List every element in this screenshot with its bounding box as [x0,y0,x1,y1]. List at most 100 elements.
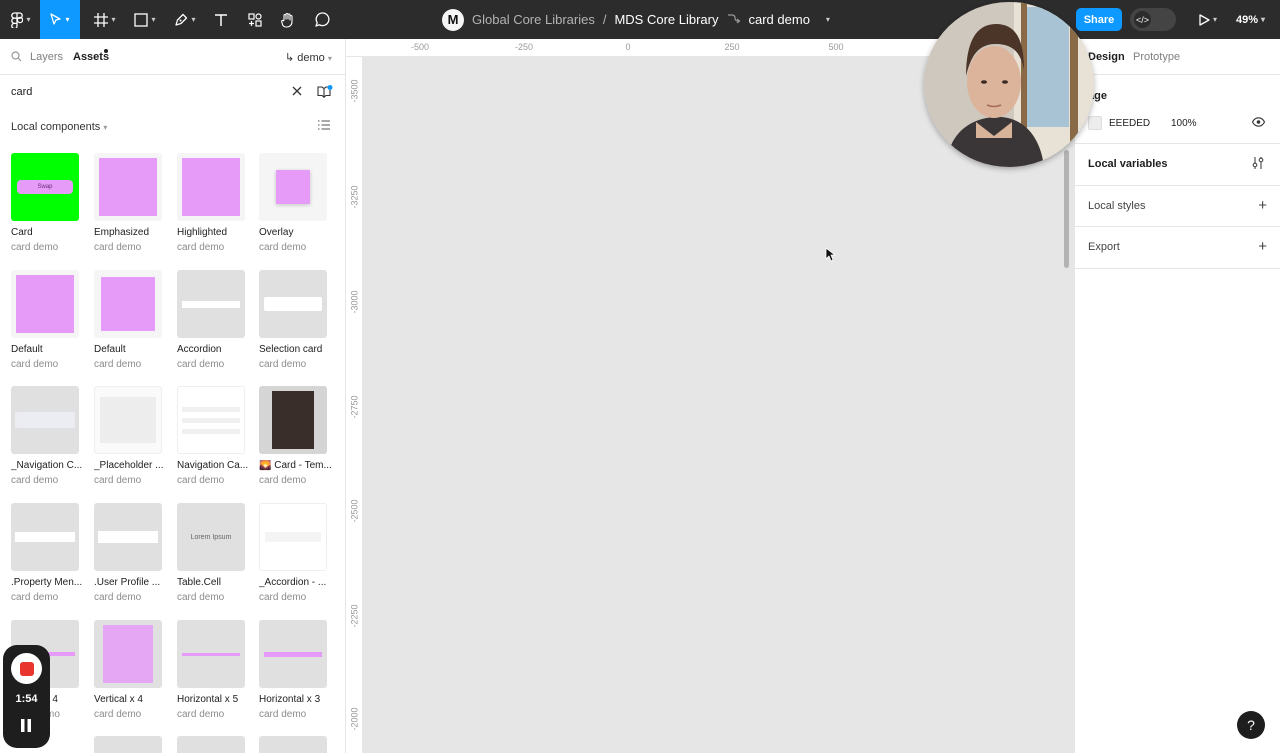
tab-layers[interactable]: Layers [30,51,63,63]
chevron-down-icon: ▾ [1212,15,1217,24]
component-thumbnail [94,620,162,688]
local-components-filter[interactable]: Local components ▾ [11,121,107,133]
asset-search: card [0,75,345,107]
component-source: card demo [177,475,225,486]
component-source: card demo [94,359,142,370]
components-icon [248,12,262,27]
tab-assets[interactable]: Assets [73,51,109,63]
dev-mode-toggle[interactable]: </> [1130,8,1176,31]
component-name: Table.Cell [177,577,221,588]
component-thumbnail [259,503,327,571]
eye-icon[interactable] [1251,117,1266,130]
breadcrumb-branch[interactable]: card demo [749,12,810,27]
webcam-overlay [924,2,1094,167]
move-tool-button[interactable]: ▾ [40,0,80,39]
main-menu-button[interactable]: ▾ [4,0,38,39]
component-name: _Navigation C... [11,460,83,471]
component-thumbnail[interactable] [259,736,327,753]
asset-search-input[interactable]: card [11,86,32,98]
pen-tool-button[interactable]: ▾ [168,0,202,39]
component-card[interactable]: Vertical x 4 card demo [94,620,176,732]
stop-recording-button[interactable] [11,653,42,684]
component-card[interactable]: 🌄 Card - Tem... card demo [259,386,341,498]
component-source: card demo [177,359,225,370]
component-card[interactable]: Navigation Ca... card demo [177,386,259,498]
screen-recorder-widget: 1:54 [3,645,50,748]
resources-button[interactable] [244,0,266,39]
chevron-down-icon[interactable]: ▾ [826,15,830,24]
pause-recording-button[interactable] [20,719,32,735]
right-sidebar: Design Prototype age EEEDED 100% Local v… [1074,39,1280,753]
component-card[interactable]: _Accordion - ... card demo [259,503,341,615]
page-color-swatch[interactable] [1088,116,1102,130]
ruler-label: -3000 [349,290,360,314]
page-color-opacity[interactable]: 100% [1171,118,1197,129]
component-card[interactable]: Highlighted card demo [177,153,259,265]
text-tool-button[interactable] [210,0,232,39]
component-card[interactable]: _Navigation C... card demo [11,386,93,498]
component-card[interactable]: .Property Men... card demo [11,503,93,615]
tab-design[interactable]: Design [1088,51,1125,63]
library-icon[interactable] [317,85,333,101]
library-selector[interactable]: ↳ demo ▾ [285,51,332,64]
breadcrumb-file[interactable]: MDS Core Library [614,12,718,27]
component-thumbnail [259,620,327,688]
list-view-icon[interactable] [318,120,330,133]
component-source: card demo [177,242,225,253]
component-thumbnail[interactable] [94,736,162,753]
component-card[interactable]: Horizontal x 3 card demo [259,620,341,732]
chevron-down-icon: ▾ [103,123,108,132]
variables-settings-icon[interactable] [1252,156,1264,173]
component-card[interactable]: Lorem Ipsum Table.Cell card demo [177,503,259,615]
component-card[interactable]: Emphasized card demo [94,153,176,265]
ruler-label: -2750 [349,395,360,419]
component-source: card demo [259,475,307,486]
component-name: Vertical x 4 [94,694,143,705]
search-icon[interactable] [11,51,22,65]
component-thumbnail[interactable] [177,736,245,753]
hand-tool-button[interactable] [277,0,299,39]
comment-icon [314,12,330,27]
component-thumbnail [259,270,327,338]
component-card[interactable]: .User Profile ... card demo [94,503,176,615]
component-name: Emphasized [94,227,150,238]
zoom-menu[interactable]: 49% ▾ [1236,0,1265,39]
top-toolbar: ▾ ▾ ▾ ▾ ▾ M Global Core Libraries / MDS … [0,0,1280,39]
shape-tool-button[interactable]: ▾ [128,0,162,39]
share-button[interactable]: Share [1076,8,1122,31]
page-color-hex[interactable]: EEEDED [1109,118,1150,129]
code-icon: </> [1134,11,1151,28]
component-card[interactable]: Overlay card demo [259,153,341,265]
stop-icon [19,661,34,676]
chevron-down-icon: ▾ [111,15,116,24]
component-thumbnail [11,386,79,454]
component-card[interactable]: Default card demo [94,270,176,382]
tab-prototype[interactable]: Prototype [1133,51,1180,63]
chevron-down-icon: ▾ [327,54,332,63]
breadcrumb-team[interactable]: Global Core Libraries [472,12,595,27]
help-button[interactable]: ? [1237,711,1265,739]
component-card[interactable]: Default card demo [11,270,93,382]
unpublished-dot-icon [104,49,108,53]
component-card[interactable]: Horizontal x 5 card demo [177,620,259,732]
component-thumbnail [177,620,245,688]
component-card[interactable]: Selection card card demo [259,270,341,382]
vertical-ruler: -3500 -3250 -3000 -2750 -2500 -2250 -200… [346,57,363,753]
frame-tool-button[interactable]: ▾ [88,0,122,39]
add-export-plus-icon[interactable]: + [1258,239,1267,254]
component-source: card demo [94,709,142,720]
team-logo-icon: M [442,8,464,31]
clear-search-icon[interactable] [292,86,302,99]
present-button[interactable]: ▾ [1194,0,1222,39]
local-variables-section[interactable]: Local variables [1075,144,1280,186]
add-style-plus-icon[interactable]: + [1258,198,1267,213]
component-name: Default [11,344,43,355]
comment-tool-button[interactable] [311,0,333,39]
component-card[interactable]: Swap Card card demo [11,153,93,265]
component-source: card demo [11,475,59,486]
canvas-scrollbar[interactable] [1064,150,1069,268]
component-card[interactable]: _Placeholder ... card demo [94,386,176,498]
design-canvas[interactable] [363,57,1074,753]
component-name: .Property Men... [11,577,83,588]
component-card[interactable]: Accordion card demo [177,270,259,382]
